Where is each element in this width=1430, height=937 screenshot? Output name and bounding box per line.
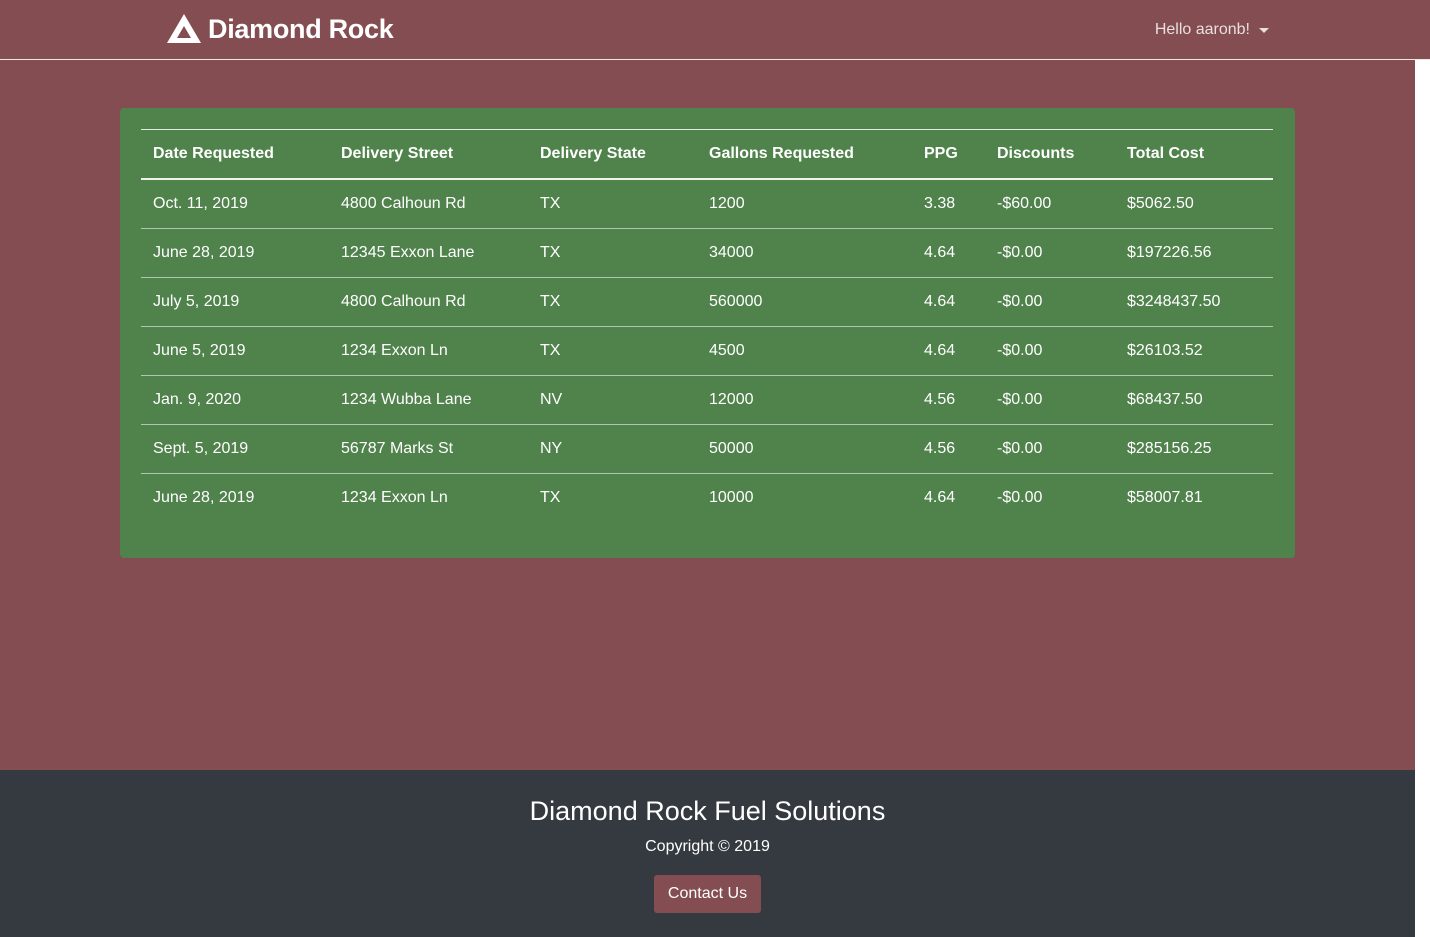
cell-discount: -$60.00: [985, 179, 1115, 229]
cell-street: 4800 Calhoun Rd: [329, 277, 528, 327]
cell-ppg: 4.56: [912, 375, 985, 425]
table-header: Date Requested Delivery Street Delivery …: [141, 129, 1273, 180]
mountain-icon: [167, 14, 201, 43]
cell-date: Jan. 9, 2020: [141, 375, 329, 425]
cell-date: June 28, 2019: [141, 228, 329, 278]
table-row: Oct. 11, 2019 4800 Calhoun Rd TX 1200 3.…: [141, 179, 1273, 229]
brand-link[interactable]: Diamond Rock: [166, 13, 394, 45]
cell-total-cost: $197226.56: [1115, 228, 1273, 278]
header-discounts: Discounts: [985, 129, 1115, 180]
header-delivery-street: Delivery Street: [329, 129, 528, 180]
cell-state: TX: [528, 179, 697, 229]
cell-state: TX: [528, 326, 697, 376]
fuel-history-card: Date Requested Delivery Street Delivery …: [120, 108, 1295, 558]
table-row: June 28, 2019 1234 Exxon Ln TX 10000 4.6…: [141, 474, 1273, 523]
cell-gallons: 34000: [697, 228, 912, 278]
cell-date: June 28, 2019: [153, 489, 255, 506]
header-ppg: PPG: [912, 129, 985, 180]
table-header-row: Date Requested Delivery Street Delivery …: [141, 129, 1273, 180]
cell-gallons: 12000: [697, 375, 912, 425]
header-total-cost: Total Cost: [1115, 129, 1273, 180]
table-row: June 5, 2019 1234 Exxon Ln TX 4500 4.64 …: [141, 326, 1273, 376]
cell-total-cost: $26103.52: [1115, 326, 1273, 376]
cell-ppg: 4.64: [912, 228, 985, 278]
table-row: Jan. 9, 2020 1234 Wubba Lane NV 12000 4.…: [141, 375, 1273, 425]
cell-gallons: 1200: [697, 179, 912, 229]
cell-ppg: 4.64: [912, 277, 985, 327]
table-row: July 5, 2019 4800 Calhoun Rd TX 560000 4…: [141, 277, 1273, 327]
header-gallons-requested: Gallons Requested: [697, 129, 912, 180]
footer: Diamond Rock Fuel Solutions Copyright © …: [0, 770, 1415, 937]
cell-state: TX: [540, 489, 561, 506]
cell-state: NY: [528, 424, 697, 474]
cell-discount: -$0.00: [985, 277, 1115, 327]
cell-total-cost: $68437.50: [1115, 375, 1273, 425]
cell-state: NV: [528, 375, 697, 425]
user-greeting: Hello aaronb!: [1154, 21, 1250, 38]
cell-discount: -$0.00: [985, 228, 1115, 278]
cell-discount: -$0.00: [985, 424, 1115, 474]
footer-copyright: Copyright © 2019: [645, 838, 770, 855]
cell-total-cost: $285156.25: [1115, 424, 1273, 474]
user-menu-toggle[interactable]: Hello aaronb!: [1155, 19, 1269, 41]
cell-total-cost: $3248437.50: [1115, 277, 1273, 327]
cell-gallons: 10000: [709, 489, 754, 506]
cell-street: 1234 Wubba Lane: [329, 375, 528, 425]
fuel-history-table: Date Requested Delivery Street Delivery …: [141, 129, 1273, 522]
cell-total-cost: $58007.81: [1127, 489, 1203, 506]
table-body: Oct. 11, 2019 4800 Calhoun Rd TX 1200 3.…: [141, 179, 1273, 522]
navbar: Diamond Rock Hello aaronb!: [0, 0, 1430, 60]
cell-street: 56787 Marks St: [329, 424, 528, 474]
header-date-requested: Date Requested: [141, 129, 329, 180]
cell-date: June 5, 2019: [141, 326, 329, 376]
cell-street: 1234 Exxon Ln: [329, 326, 528, 376]
cell-gallons: 560000: [697, 277, 912, 327]
caret-down-icon: [1259, 27, 1269, 33]
table-row: Sept. 5, 2019 56787 Marks St NY 50000 4.…: [141, 424, 1273, 474]
cell-date: July 5, 2019: [141, 277, 329, 327]
cell-date: Oct. 11, 2019: [141, 179, 329, 229]
page: Diamond Rock Hello aaronb! Date Requeste…: [0, 0, 1430, 937]
cell-ppg: 3.38: [912, 179, 985, 229]
cell-ppg: 4.64: [924, 489, 956, 506]
cell-total-cost: $5062.50: [1115, 179, 1273, 229]
cell-gallons: 50000: [697, 424, 912, 474]
brand-name: Diamond Rock: [208, 14, 394, 44]
footer-title: Diamond Rock Fuel Solutions: [529, 796, 886, 826]
cell-street: 4800 Calhoun Rd: [329, 179, 528, 229]
cell-date: Sept. 5, 2019: [141, 424, 329, 474]
cell-gallons: 4500: [697, 326, 912, 376]
table-row: June 28, 2019 12345 Exxon Lane TX 34000 …: [141, 228, 1273, 278]
contact-us-button[interactable]: Contact Us: [654, 875, 761, 913]
cell-street: 12345 Exxon Lane: [329, 228, 528, 278]
cell-ppg: 4.64: [912, 326, 985, 376]
cell-state: TX: [528, 277, 697, 327]
cell-ppg: 4.56: [912, 424, 985, 474]
cell-state: TX: [528, 228, 697, 278]
cell-discount: -$0.00: [985, 375, 1115, 425]
cell-discount: -$0.00: [985, 326, 1115, 376]
cell-discount: -$0.00: [997, 489, 1043, 506]
cell-street: 1234 Exxon Ln: [341, 489, 448, 506]
header-delivery-state: Delivery State: [528, 129, 697, 180]
